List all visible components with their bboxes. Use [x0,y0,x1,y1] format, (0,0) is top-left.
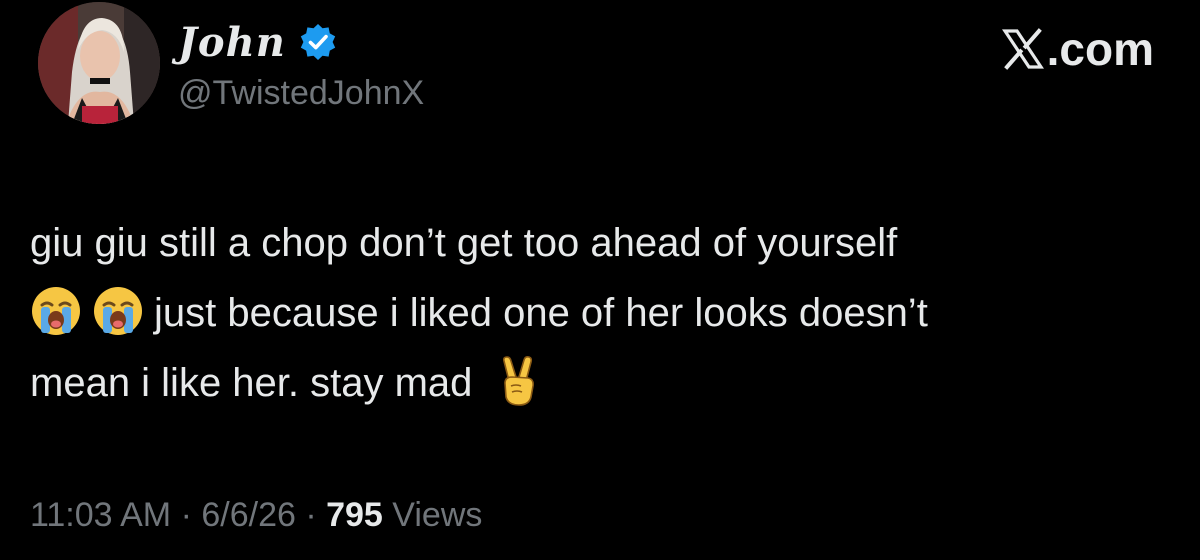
loudly-crying-face-icon [30,285,82,337]
tweet-card: John @TwistedJohnX .com giu giu still a … [0,0,1200,560]
tweet-body: giu giu still a chop don’t get too ahead… [30,208,1180,418]
user-handle[interactable]: @TwistedJohnX [178,74,424,113]
date[interactable]: 6/6/26 [201,496,296,534]
name-row: John [178,14,338,70]
loudly-crying-face-icon [92,285,144,337]
meta-separator: · [295,496,327,534]
views-count[interactable]: 795 [326,496,383,534]
tweet-line: mean i like her. stay mad [30,361,473,405]
tweet-line: giu giu still a chop don’t get too ahead… [30,221,898,265]
display-name[interactable]: John [178,19,286,66]
tweet-line-with-emoji: just because i liked one of her looks do… [30,278,1180,348]
tweet-line: just because i liked one of her looks do… [154,291,928,335]
timestamp[interactable]: 11:03 AM [30,496,171,534]
verified-badge-icon [298,22,338,62]
avatar[interactable] [38,2,160,124]
meta-separator: · [171,496,202,534]
brand-label: .com [1046,23,1154,75]
brand-watermark: .com [1001,22,1154,76]
x-logo-icon [1001,27,1045,71]
avatar-image [38,2,160,124]
victory-hand-icon [492,355,544,407]
tweet-line-with-emoji: mean i like her. stay mad [30,348,1180,418]
views-label: Views [382,496,483,534]
tweet-meta: 11:03 AM · 6/6/26 · 795 Views [30,496,482,535]
